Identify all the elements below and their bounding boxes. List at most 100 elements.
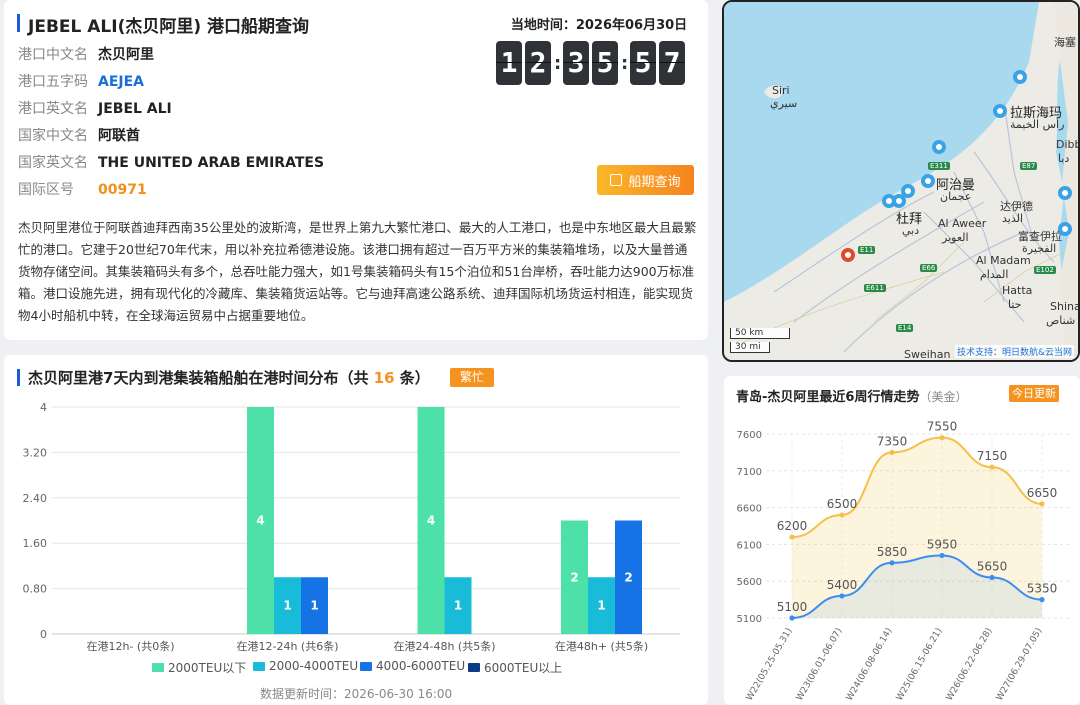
y-tick-label: 5600 <box>737 577 762 588</box>
port-description: 杰贝阿里港位于阿联酋迪拜西南35公里处的波斯湾，是世界上第九大繁忙港口、最大的人… <box>18 220 697 323</box>
map-label: سيري <box>770 97 798 110</box>
data-point <box>789 534 795 540</box>
x-category-label: 在港12h- (共0条) <box>86 639 174 653</box>
map-label: شناص <box>1046 314 1076 327</box>
road-badge: E14 <box>896 324 914 332</box>
distribution-title-suffix: 条） <box>394 369 430 387</box>
road-badge: E66 <box>920 264 938 272</box>
local-time-label: 当地时间：2026年06月30日 <box>510 18 688 33</box>
road-badge: E11 <box>858 246 876 254</box>
port-marker[interactable] <box>993 104 1007 118</box>
port-marker[interactable] <box>882 194 896 208</box>
data-point <box>939 552 945 559</box>
y-tick-label: 5100 <box>737 614 762 625</box>
x-category-label: W25(06.15-06.21) <box>895 627 945 703</box>
data-point-label: 5400 <box>827 578 858 592</box>
port-field-key: 国家中文名 <box>18 128 88 144</box>
map-label: Shinas <box>1050 300 1078 313</box>
map-label: دبي <box>902 224 920 237</box>
schedule-query-button[interactable]: 船期查询 <box>597 165 694 195</box>
legend-item[interactable]: 4000-6000TEU <box>360 659 465 673</box>
y-tick-label: 6600 <box>737 504 762 515</box>
y-tick-label: 7600 <box>737 430 762 441</box>
clock-colon: : <box>621 52 629 74</box>
data-point-label: 5100 <box>777 600 808 614</box>
distribution-title-count: 16 <box>373 369 395 387</box>
port-marker[interactable] <box>921 174 935 188</box>
busy-badge: 繁忙 <box>450 368 494 387</box>
port-field-value[interactable]: AEJEA <box>98 74 144 90</box>
x-category-label: 在港48h+ (共5条) <box>555 639 648 653</box>
calendar-icon <box>610 174 623 186</box>
bar-value-label: 1 <box>283 599 291 613</box>
distribution-title-prefix: 杰贝阿里港7天内到港集装箱船舶在港时间分布（共 <box>28 369 374 387</box>
map-label: Dibba <box>1056 138 1078 151</box>
port-title: JEBEL ALI(杰贝阿里) 港口船期查询 <box>28 17 310 37</box>
data-point-label: 6650 <box>1027 486 1058 500</box>
port-field-row: 国家英文名 THE UNITED ARAB EMIRATES <box>18 153 324 173</box>
port-field-key: 国际区号 <box>18 182 74 198</box>
freight-trend-card: 青岛-杰贝阿里最近6周行情走势（美金） 今日更新 5100 5600 6100 660… <box>724 376 1080 705</box>
legend-swatch <box>253 661 265 671</box>
port-marker[interactable] <box>1013 70 1027 84</box>
port-field-value: JEBEL ALI <box>98 101 172 117</box>
legend-swatch <box>468 663 480 672</box>
map-label: الذيد <box>1002 212 1024 225</box>
port-marker[interactable] <box>1058 222 1072 236</box>
port-marker[interactable] <box>932 140 946 154</box>
port-field-row: 港口五字码 AEJEA <box>18 72 144 92</box>
data-point-label: 5350 <box>1027 582 1058 596</box>
jebel-ali-marker[interactable] <box>841 248 855 262</box>
x-category-label: W23(06.01-06.07) <box>795 627 845 703</box>
map-label: دبا <box>1058 152 1070 165</box>
data-point <box>789 615 795 621</box>
map-label: رأس الخيمة <box>1010 118 1065 131</box>
clock-digit: 2 <box>525 41 551 85</box>
map-label: العوير <box>942 231 969 244</box>
y-tick-label: 7100 <box>737 467 762 478</box>
x-category-label: 在港12-24h (共6条) <box>236 639 338 653</box>
legend-item[interactable]: 6000TEU以上 <box>468 659 562 676</box>
map-label: Al Aweer <box>938 217 987 230</box>
title-accent-bar <box>17 369 20 386</box>
bar-value-label: 4 <box>256 514 264 528</box>
trend-title: 青岛-杰贝阿里最近6周行情走势（美金） <box>736 386 967 405</box>
data-point-label: 7350 <box>877 434 908 448</box>
data-point-label: 6200 <box>777 519 808 533</box>
map-label: حتا <box>1008 298 1022 311</box>
legend-item[interactable]: 2000TEU以下 <box>152 659 246 676</box>
port-field-key: 港口英文名 <box>18 101 88 117</box>
port-field-row: 国家中文名 阿联酋 <box>18 126 140 146</box>
bar-value-label: 4 <box>427 514 435 528</box>
y-tick-label: 4 <box>40 401 47 414</box>
road-badge: E311 <box>928 162 950 170</box>
map-canvas[interactable] <box>724 2 1078 360</box>
data-point-label: 6500 <box>827 497 858 511</box>
port-field-value: 杰贝阿里 <box>98 47 154 63</box>
trend-title-text: 青岛-杰贝阿里最近6周行情走势 <box>736 390 920 405</box>
data-point-label: 7150 <box>977 449 1008 463</box>
data-point <box>839 512 845 518</box>
legend-swatch <box>152 663 164 672</box>
port-map[interactable]: Siri سيري 拉斯海玛 رأس الخيمة 阿治曼 عجمان 杜拜 د… <box>722 0 1080 362</box>
clock-digit: 3 <box>563 41 589 85</box>
map-label: Sweihan <box>904 348 951 361</box>
bar-value-label: 1 <box>454 599 462 613</box>
data-update-time: 数据更新时间：2026-06-30 16:00 <box>260 687 453 701</box>
legend-swatch <box>360 661 372 671</box>
port-field-key: 港口五字码 <box>18 74 88 90</box>
x-category-label: W26(06.22-06.28) <box>945 627 995 703</box>
data-point <box>889 449 895 455</box>
clock-colon: : <box>554 52 562 74</box>
bar-value-label: 2 <box>624 570 632 584</box>
x-category-label: W24(06.08-06.14) <box>845 627 895 703</box>
y-tick-label: 2.40 <box>23 492 48 505</box>
port-marker[interactable] <box>1058 186 1072 200</box>
data-point <box>1039 597 1045 603</box>
port-field-value: THE UNITED ARAB EMIRATES <box>98 155 325 171</box>
x-category-label: W27(06.29-07.05) <box>995 627 1045 703</box>
distribution-title: 杰贝阿里港7天内到港集装箱船舶在港时间分布（共 16 条） <box>28 367 430 388</box>
legend-label: 2000TEU以下 <box>168 661 247 675</box>
trend-unit: （美金） <box>919 390 968 404</box>
legend-item[interactable]: 2000-4000TEU <box>253 659 358 673</box>
